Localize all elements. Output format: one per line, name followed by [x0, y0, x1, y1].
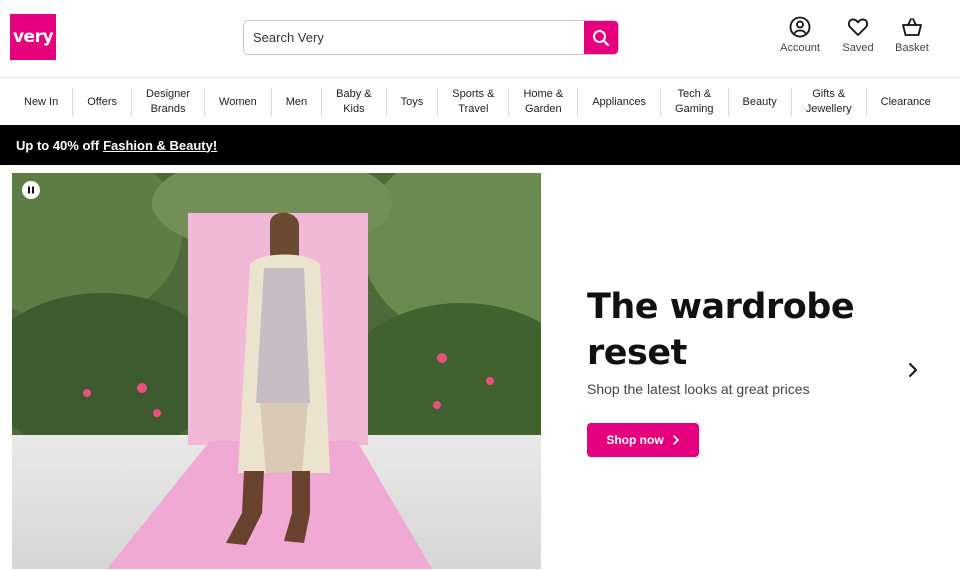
main-nav: New In Offers Designer Brands Women Men … — [0, 79, 960, 125]
pause-button[interactable] — [22, 181, 40, 199]
account-label: Account — [780, 42, 820, 54]
nav-item-appliances[interactable]: Appliances — [578, 88, 662, 116]
nav-item-toys[interactable]: Toys — [387, 88, 439, 116]
basket-label: Basket — [895, 42, 929, 54]
hero-photo — [12, 173, 541, 569]
search-bar — [243, 20, 619, 55]
nav-item-men[interactable]: Men — [272, 88, 323, 116]
chevron-right-icon — [672, 435, 679, 445]
nav-item-offers[interactable]: Offers — [73, 88, 133, 116]
nav-item-clearance[interactable]: Clearance — [867, 88, 945, 116]
hero-image[interactable] — [12, 173, 541, 569]
saved-label: Saved — [842, 42, 874, 54]
nav-item-home-garden[interactable]: Home & Garden — [509, 88, 579, 116]
nav-item-sports-travel[interactable]: Sports & Travel — [438, 88, 510, 116]
search-icon — [593, 29, 610, 46]
hero-title: The wardrobe reset — [587, 287, 855, 373]
carousel-next-button[interactable] — [904, 361, 922, 379]
basket-icon — [902, 18, 922, 36]
nav-item-baby-kids[interactable]: Baby & Kids — [322, 88, 387, 116]
search-input[interactable] — [244, 21, 585, 54]
promo-text: Up to 40% off — [16, 137, 100, 153]
saved-button[interactable]: Saved — [828, 16, 888, 60]
site-header: very Account Saved Basket — [0, 0, 960, 78]
search-button[interactable] — [584, 21, 618, 54]
nav-item-tech-gaming[interactable]: Tech & Gaming — [661, 88, 729, 116]
account-icon — [789, 16, 811, 38]
shop-now-label: Shop now — [606, 433, 664, 447]
promo-banner: Up to 40% off Fashion & Beauty! — [0, 125, 960, 165]
pause-icon — [28, 186, 34, 194]
very-logo[interactable]: very — [10, 14, 56, 60]
shop-now-button[interactable]: Shop now — [587, 423, 699, 457]
nav-item-gifts-jewellery[interactable]: Gifts & Jewellery — [792, 88, 867, 116]
nav-item-beauty[interactable]: Beauty — [729, 88, 792, 116]
chevron-right-icon — [909, 363, 917, 377]
basket-button[interactable]: Basket — [882, 16, 942, 60]
promo-link[interactable]: Fashion & Beauty! — [103, 138, 217, 153]
heart-icon — [847, 18, 869, 36]
account-button[interactable]: Account — [770, 16, 830, 60]
nav-item-women[interactable]: Women — [205, 88, 272, 116]
nav-item-designer-brands[interactable]: Designer Brands — [132, 88, 206, 116]
nav-item-new-in[interactable]: New In — [10, 88, 74, 116]
hero-subtitle: Shop the latest looks at great prices — [587, 381, 810, 397]
